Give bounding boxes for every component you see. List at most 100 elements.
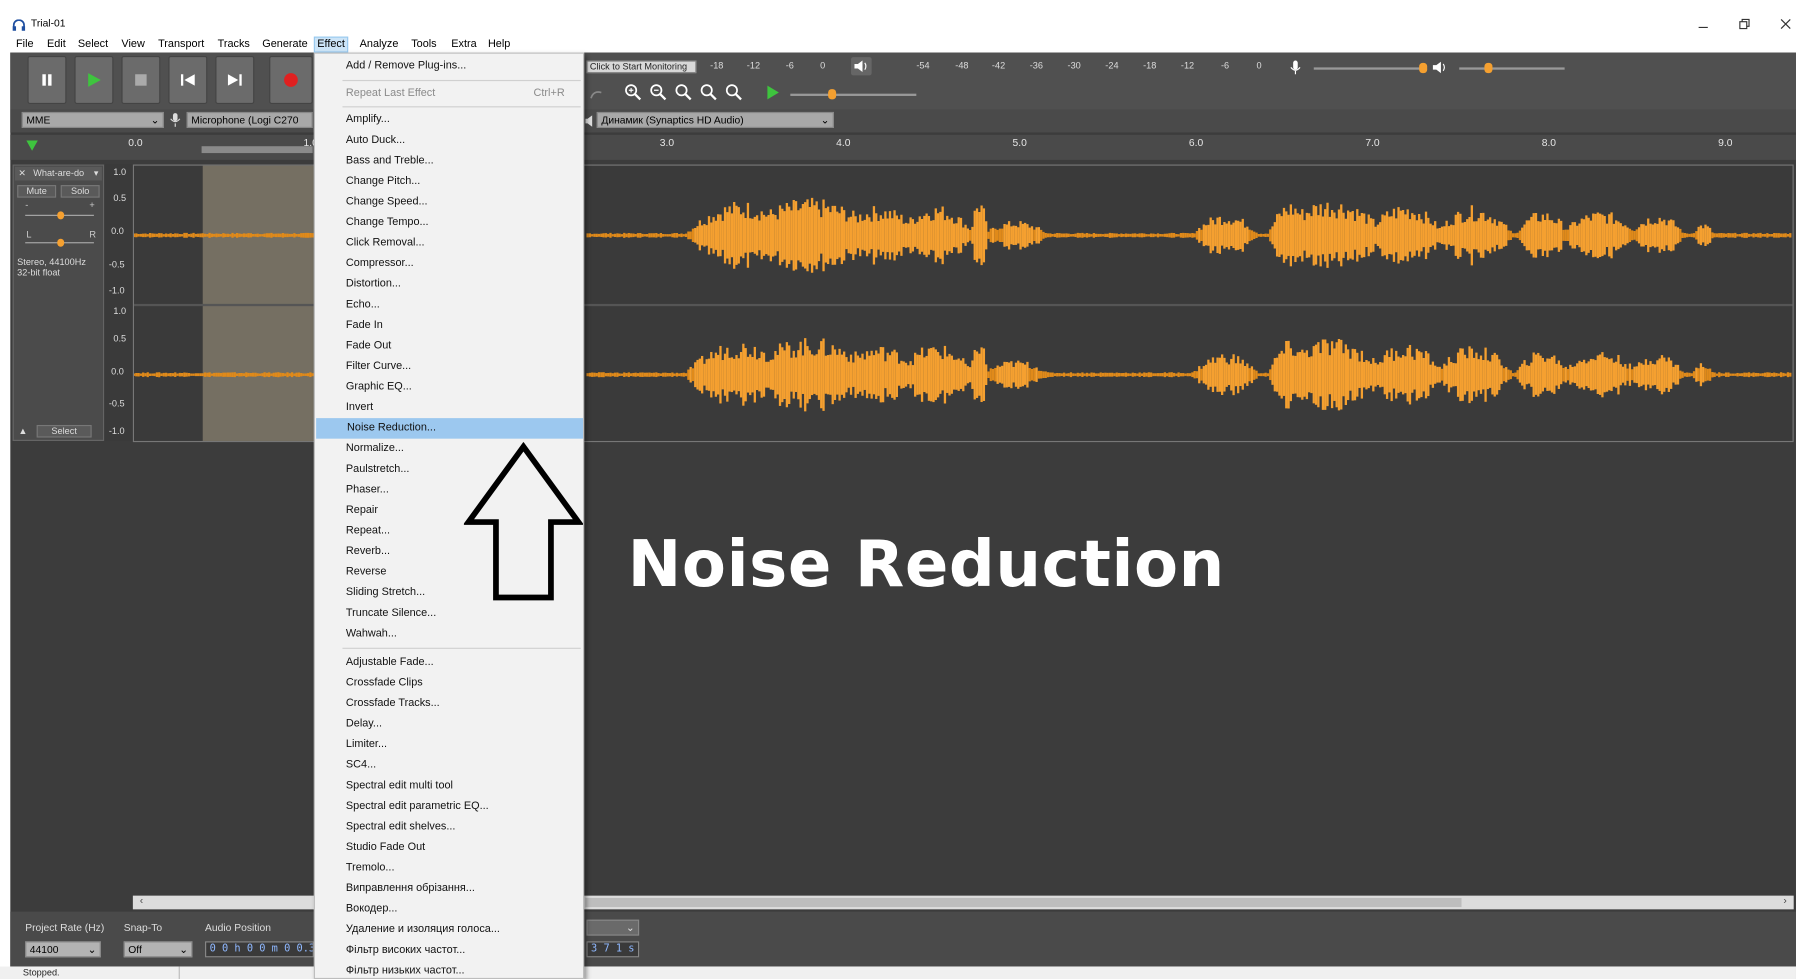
zoom-in-icon[interactable] — [624, 83, 642, 101]
snap-to-label: Snap-To — [123, 921, 163, 934]
play-at-speed-icon[interactable] — [765, 85, 781, 101]
menu-help[interactable]: Help — [486, 37, 513, 53]
ruler-tick: 0.0 — [128, 137, 143, 149]
redo-icon[interactable] — [589, 86, 605, 100]
scrollbar-thumb[interactable] — [585, 897, 1462, 908]
menu-item[interactable]: Limiter... — [315, 735, 583, 756]
menu-edit[interactable]: Edit — [45, 37, 68, 53]
playback-device-select[interactable]: Динамик (Synaptics HD Audio) ⌄ — [596, 111, 834, 128]
menu-analyze[interactable]: Analyze — [357, 37, 400, 53]
zoom-toggle-icon[interactable] — [725, 83, 743, 101]
selection-end-field[interactable]: 3 7 1 s — [586, 941, 640, 958]
monitor-label[interactable]: Click to Start Monitoring — [586, 60, 697, 74]
scroll-right-icon[interactable]: › — [1783, 894, 1786, 905]
menu-transport[interactable]: Transport — [156, 37, 207, 53]
menu-separator — [342, 79, 581, 82]
status-divider — [178, 966, 180, 979]
menu-item[interactable]: Adjustable Fade... — [315, 652, 583, 673]
skip-end-button[interactable] — [215, 55, 255, 104]
selection-mode-select[interactable]: ⌄ — [586, 919, 640, 936]
menu-item[interactable]: Фільтр високих частот... — [315, 940, 583, 961]
record-button[interactable] — [269, 55, 313, 104]
menu-item[interactable]: Compressor... — [315, 254, 583, 275]
solo-button[interactable]: Solo — [60, 185, 100, 198]
play-button[interactable] — [74, 55, 114, 104]
mute-button[interactable]: Mute — [17, 185, 57, 198]
menu-item[interactable]: SC4... — [315, 755, 583, 776]
menu-item[interactable]: Tremolo... — [315, 858, 583, 879]
audio-host-select[interactable]: MME ⌄ — [21, 111, 164, 128]
scroll-left-icon[interactable]: ‹ — [140, 894, 143, 905]
track-menu-dropdown-icon[interactable]: ▾ — [94, 167, 99, 181]
menu-tools[interactable]: Tools — [409, 37, 439, 53]
select-track-button[interactable]: Select — [36, 424, 92, 438]
menu-item[interactable]: Fade Out — [315, 336, 583, 357]
menu-tracks[interactable]: Tracks — [215, 37, 252, 53]
play-region-bar[interactable] — [201, 146, 313, 154]
fit-project-icon[interactable] — [700, 83, 718, 101]
rec-tick: -18 — [710, 60, 724, 71]
menu-file[interactable]: File — [14, 37, 36, 53]
menu-item[interactable]: Вокодер... — [315, 899, 583, 920]
menu-generate[interactable]: Generate — [260, 37, 310, 53]
menu-item[interactable]: Studio Fade Out — [315, 837, 583, 858]
pan-slider[interactable] — [25, 238, 94, 247]
timeline-options-icon[interactable] — [24, 137, 40, 155]
audio-position-field[interactable]: 0 0 h 0 0 m 0 0.38 — [205, 941, 314, 958]
fit-selection-icon[interactable] — [675, 83, 693, 101]
menu-item[interactable]: Noise Reduction... — [316, 418, 584, 439]
menu-item[interactable]: Фільтр низьких частот... — [315, 961, 583, 979]
menu-item[interactable]: Wahwah... — [315, 624, 583, 645]
annotation-text: Noise Reduction — [627, 527, 1225, 603]
play-speed-slider[interactable] — [790, 89, 917, 100]
gain-slider[interactable] — [25, 211, 94, 220]
restore-icon[interactable] — [1739, 15, 1750, 30]
menu-item[interactable]: Graphic EQ... — [315, 377, 583, 398]
menu-effect[interactable]: Effect — [313, 36, 349, 53]
minimize-icon[interactable] — [1697, 16, 1708, 28]
menu-view[interactable]: View — [119, 37, 147, 53]
menu-item[interactable]: Spectral edit parametric EQ... — [315, 796, 583, 817]
menu-extra[interactable]: Extra — [449, 37, 479, 53]
zoom-out-icon[interactable] — [649, 83, 667, 101]
menu-item[interactable]: Bass and Treble... — [315, 151, 583, 172]
playback-volume-slider[interactable] — [1459, 62, 1565, 74]
snap-to-select[interactable]: Off ⌄ — [123, 941, 193, 958]
menu-item[interactable]: Delay... — [315, 714, 583, 735]
play-tick: -48 — [955, 60, 969, 71]
skip-start-button[interactable] — [168, 55, 208, 104]
menu-item[interactable]: Виправлення обрізання... — [315, 879, 583, 900]
menu-select[interactable]: Select — [76, 37, 111, 53]
project-rate-select[interactable]: 44100 ⌄ — [25, 941, 101, 958]
menu-item[interactable]: Crossfade Clips — [315, 673, 583, 694]
menu-item[interactable]: Echo... — [315, 295, 583, 316]
close-icon[interactable] — [1780, 15, 1791, 29]
menu-item[interactable]: Удаление и изоляция голоса... — [315, 920, 583, 941]
pause-button[interactable] — [27, 55, 67, 104]
menu-item[interactable]: Distortion... — [315, 274, 583, 295]
menu-item[interactable]: Amplify... — [315, 110, 583, 131]
play-tick: -42 — [991, 60, 1006, 71]
menu-item[interactable]: Crossfade Tracks... — [315, 693, 583, 714]
close-track-icon[interactable]: ✕ — [18, 167, 26, 181]
play-tick: -36 — [1029, 60, 1043, 71]
record-volume-slider[interactable] — [1313, 62, 1428, 74]
menu-item[interactable]: Truncate Silence... — [315, 603, 583, 624]
collapse-track-icon[interactable]: ▲ — [18, 426, 27, 436]
menu-item[interactable]: Change Tempo... — [315, 212, 583, 233]
menu-item[interactable]: Filter Curve... — [315, 356, 583, 377]
menu-item-add-remove-plugins[interactable]: Add / Remove Plug-ins... — [315, 56, 583, 77]
track-name-bar[interactable]: ✕ What-are-do ▾ — [14, 166, 102, 181]
menu-item[interactable]: Auto Duck... — [315, 130, 583, 151]
menu-item[interactable]: Change Speed... — [315, 192, 583, 213]
menu-item[interactable]: Fade In — [315, 315, 583, 336]
menu-item[interactable]: Invert — [315, 398, 583, 419]
menu-item[interactable]: Spectral edit multi tool — [315, 776, 583, 797]
stop-button[interactable] — [121, 55, 161, 104]
play-tick: -18 — [1143, 60, 1157, 71]
recording-device-select[interactable]: Microphone (Logi C270 — [186, 111, 313, 128]
repeat-last-effect-shortcut: Ctrl+R — [533, 86, 565, 100]
menu-item[interactable]: Click Removal... — [315, 233, 583, 254]
menu-item[interactable]: Spectral edit shelves... — [315, 817, 583, 838]
menu-item[interactable]: Change Pitch... — [315, 171, 583, 192]
